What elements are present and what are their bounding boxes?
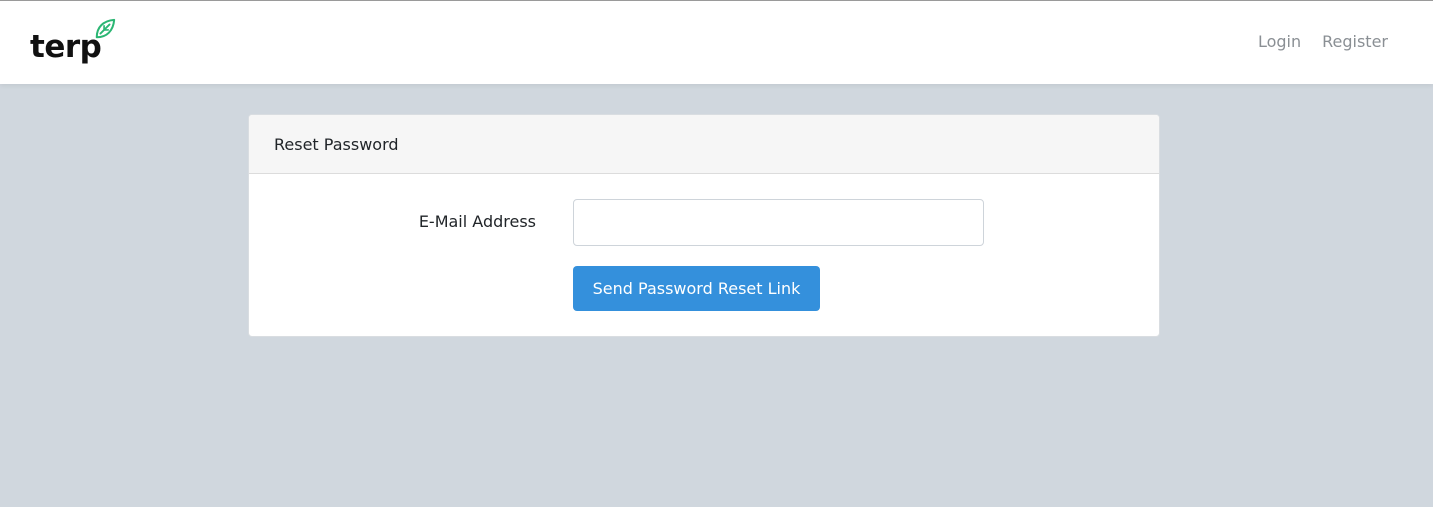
register-link[interactable]: Register bbox=[1322, 31, 1388, 53]
brand-logo-link[interactable]: terp bbox=[30, 18, 116, 66]
top-navbar: terp Login Register bbox=[0, 0, 1433, 84]
send-reset-link-button[interactable]: Send Password Reset Link bbox=[573, 266, 820, 311]
email-label: E-Mail Address bbox=[418, 212, 536, 231]
auth-nav: Login Register bbox=[1258, 31, 1388, 53]
login-link[interactable]: Login bbox=[1258, 31, 1301, 53]
card-title: Reset Password bbox=[274, 134, 399, 154]
leaf-icon bbox=[95, 18, 116, 39]
brand-name: terp bbox=[30, 29, 102, 65]
card-header: Reset Password bbox=[249, 115, 1159, 174]
reset-password-card: Reset Password E-Mail Address Send Passw… bbox=[248, 114, 1160, 337]
email-input[interactable] bbox=[573, 199, 984, 246]
